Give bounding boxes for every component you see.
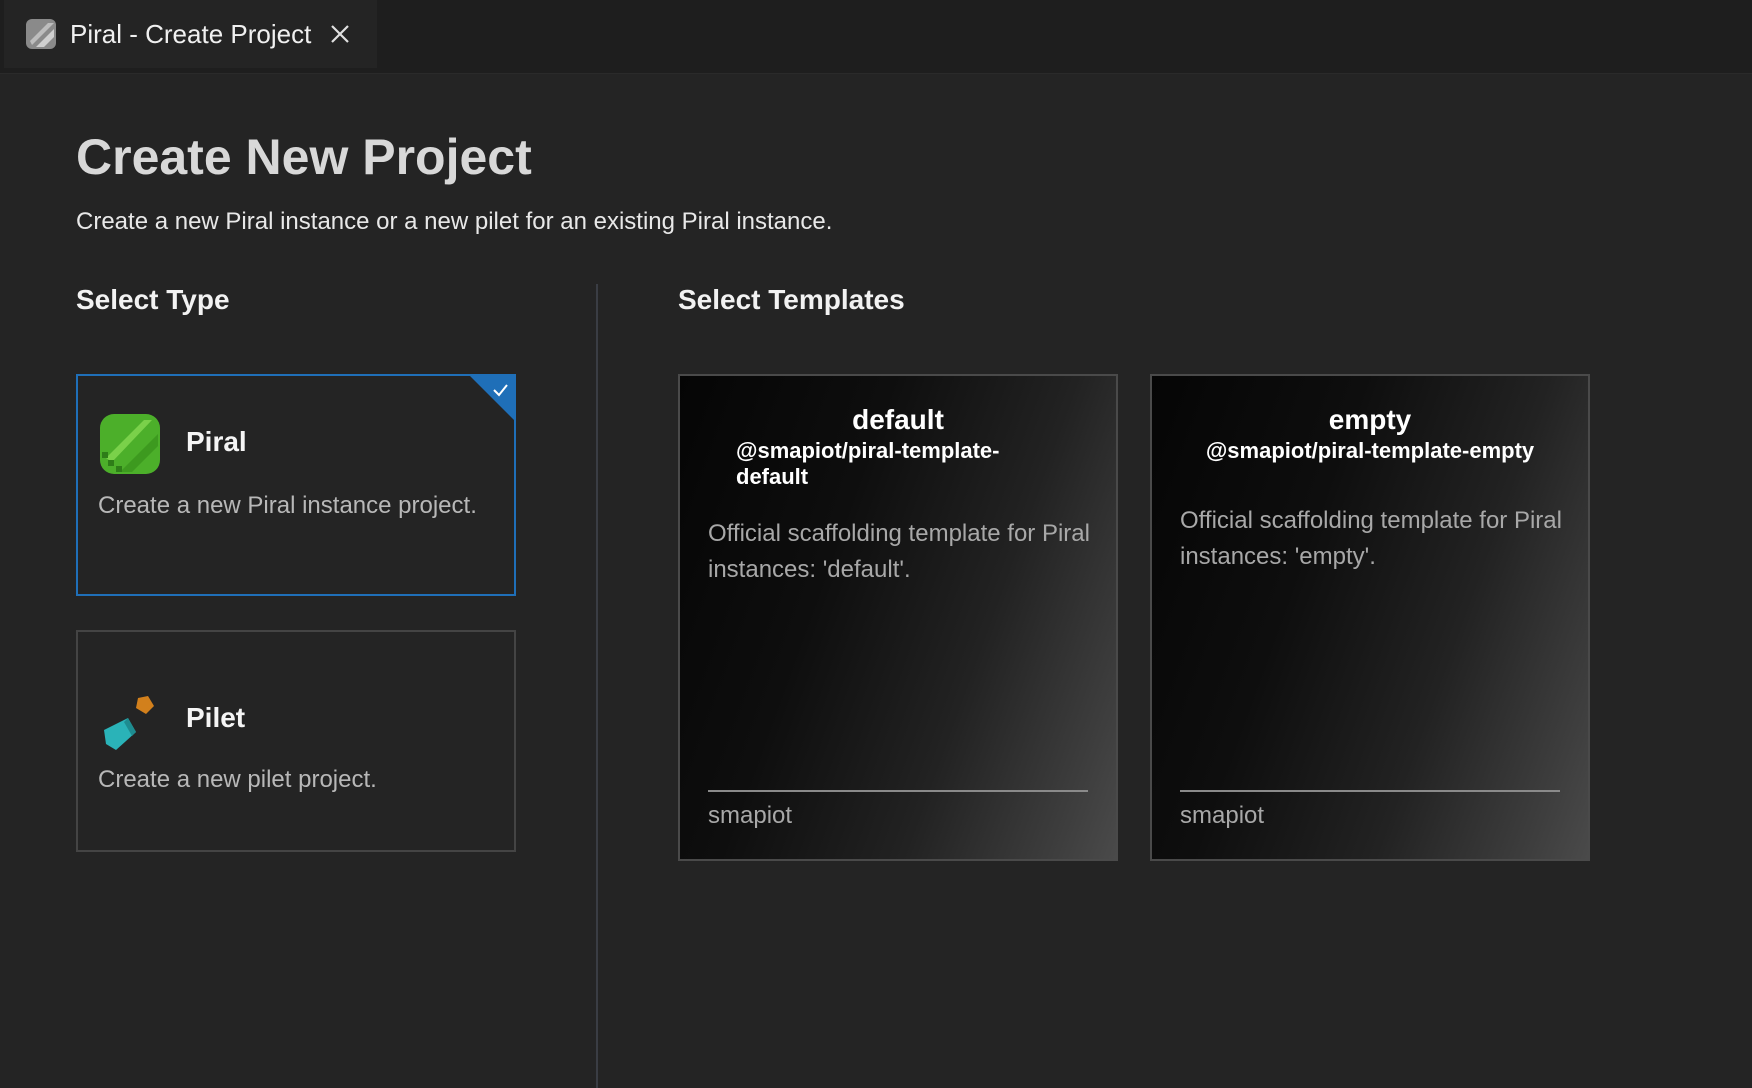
template-description: Official scaffolding template for Piral … (708, 520, 1090, 583)
template-package: @smapiot/piral-template-default (736, 438, 1000, 489)
select-type-heading: Select Type (76, 284, 230, 315)
selected-check-icon (470, 376, 514, 420)
type-card-title: Pilet (186, 702, 246, 733)
type-card-description: Create a new pilet project. (98, 766, 377, 793)
piral-logo-icon (26, 19, 56, 49)
template-card-default[interactable]: default @smapiot/piral-template-default … (678, 374, 1118, 861)
template-divider (1180, 790, 1560, 792)
template-description: Official scaffolding template for Piral … (1180, 507, 1562, 570)
title-bar: Piral - Create Project (0, 0, 1752, 74)
template-divider (708, 790, 1088, 792)
template-package: @smapiot/piral-template-empty (1205, 438, 1535, 463)
pilet-logo-icon (104, 696, 154, 750)
close-icon[interactable] (329, 23, 351, 45)
page-subtitle: Create a new Piral instance or a new pil… (76, 208, 833, 235)
template-card-empty[interactable]: empty @smapiot/piral-template-empty Offi… (1150, 374, 1590, 861)
editor-tab[interactable]: Piral - Create Project (4, 0, 377, 68)
type-card-description: Create a new Piral instance project. (98, 492, 477, 519)
template-author: smapiot (708, 802, 793, 829)
template-name: default (852, 404, 944, 435)
template-name: empty (1328, 404, 1412, 435)
type-card-title: Piral (186, 426, 247, 457)
page-title: Create New Project (76, 129, 532, 185)
piral-logo-icon (100, 414, 160, 474)
select-templates-heading: Select Templates (678, 284, 905, 315)
type-card-pilet[interactable]: Pilet Create a new pilet project. (76, 630, 516, 852)
section-divider (596, 284, 598, 1088)
template-author: smapiot (1180, 802, 1265, 829)
type-card-piral[interactable]: Piral Create a new Piral instance projec… (76, 374, 516, 596)
tab-title: Piral - Create Project (70, 18, 312, 49)
